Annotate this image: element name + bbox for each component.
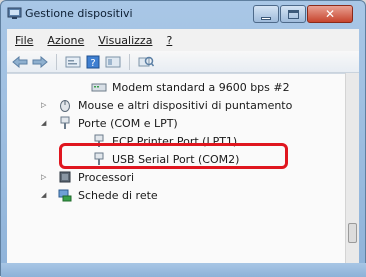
tree-item-label: Processori	[78, 170, 135, 184]
tree-item-modem[interactable]: Modem standard a 9600 bps #2	[91, 78, 290, 96]
forward-arrow-icon	[32, 55, 48, 68]
collapse-arrow-icon[interactable]: ◢	[41, 119, 46, 127]
maximize-button[interactable]	[280, 5, 306, 23]
device-tree: Modem standard a 9600 bps #2 ▷ Mouse e a…	[7, 73, 345, 277]
close-icon: ✕	[324, 7, 336, 21]
tree-category-mouse[interactable]: Mouse e altri dispositivi di puntamento	[57, 96, 292, 114]
menu-visualizza[interactable]: Visualizza	[93, 34, 157, 47]
device-view-icon	[105, 56, 121, 67]
title-bar[interactable]: Gestione dispositivi ✕	[1, 1, 365, 27]
mouse-icon	[60, 100, 70, 112]
tree-category-processors[interactable]: Processori	[57, 168, 134, 186]
tree-item-label: Porte (COM e LPT)	[78, 116, 178, 130]
help-icon: ?	[86, 55, 100, 69]
device-manager-icon	[7, 7, 22, 19]
modem-icon	[91, 83, 107, 92]
vertical-scrollbar[interactable]	[345, 73, 359, 277]
back-arrow-icon	[12, 55, 28, 68]
port-icon	[60, 116, 70, 129]
window-bottom-frame	[1, 263, 366, 277]
scan-hardware-button[interactable]	[137, 53, 155, 71]
expand-arrow-icon[interactable]: ▷	[41, 101, 46, 109]
processor-icon	[59, 171, 71, 183]
tree-item-label: Schede di rete	[78, 188, 158, 202]
tree-item-label: Mouse e altri dispositivi di puntamento	[78, 98, 293, 112]
toolbar-separator	[129, 53, 130, 70]
close-button[interactable]: ✕	[307, 5, 353, 23]
scrollbar-thumb[interactable]	[348, 223, 357, 243]
tree-category-network[interactable]: Schede di rete	[57, 186, 158, 204]
menu-file[interactable]: File	[10, 34, 38, 47]
toolbar-separator	[56, 53, 57, 70]
network-adapter-icon	[58, 189, 72, 202]
maximize-icon	[287, 9, 299, 19]
menu-bar: File Azione Visualizza ?	[7, 29, 359, 51]
window-title: Gestione dispositivi	[25, 7, 133, 20]
svg-text:?: ?	[90, 58, 95, 69]
device-manager-window: Gestione dispositivi ✕ File Azione Visua…	[0, 0, 366, 277]
menu-help[interactable]: ?	[161, 34, 177, 47]
device-view-button[interactable]	[104, 53, 122, 71]
minimize-button[interactable]	[253, 5, 279, 23]
properties-icon	[65, 56, 81, 67]
back-button[interactable]	[11, 53, 29, 71]
toolbar: ?	[7, 51, 359, 73]
scan-hardware-icon	[138, 56, 154, 66]
collapse-arrow-icon[interactable]: ◢	[41, 191, 46, 199]
tree-item-label: Modem standard a 9600 bps #2	[112, 80, 290, 94]
menu-azione[interactable]: Azione	[42, 34, 89, 47]
help-button[interactable]: ?	[84, 53, 102, 71]
tree-category-ports[interactable]: Porte (COM e LPT)	[57, 114, 178, 132]
forward-button[interactable]	[31, 53, 49, 71]
properties-button[interactable]	[64, 53, 82, 71]
expand-arrow-icon[interactable]: ▷	[41, 173, 46, 181]
highlight-annotation	[59, 143, 288, 169]
minimize-icon	[261, 16, 271, 20]
